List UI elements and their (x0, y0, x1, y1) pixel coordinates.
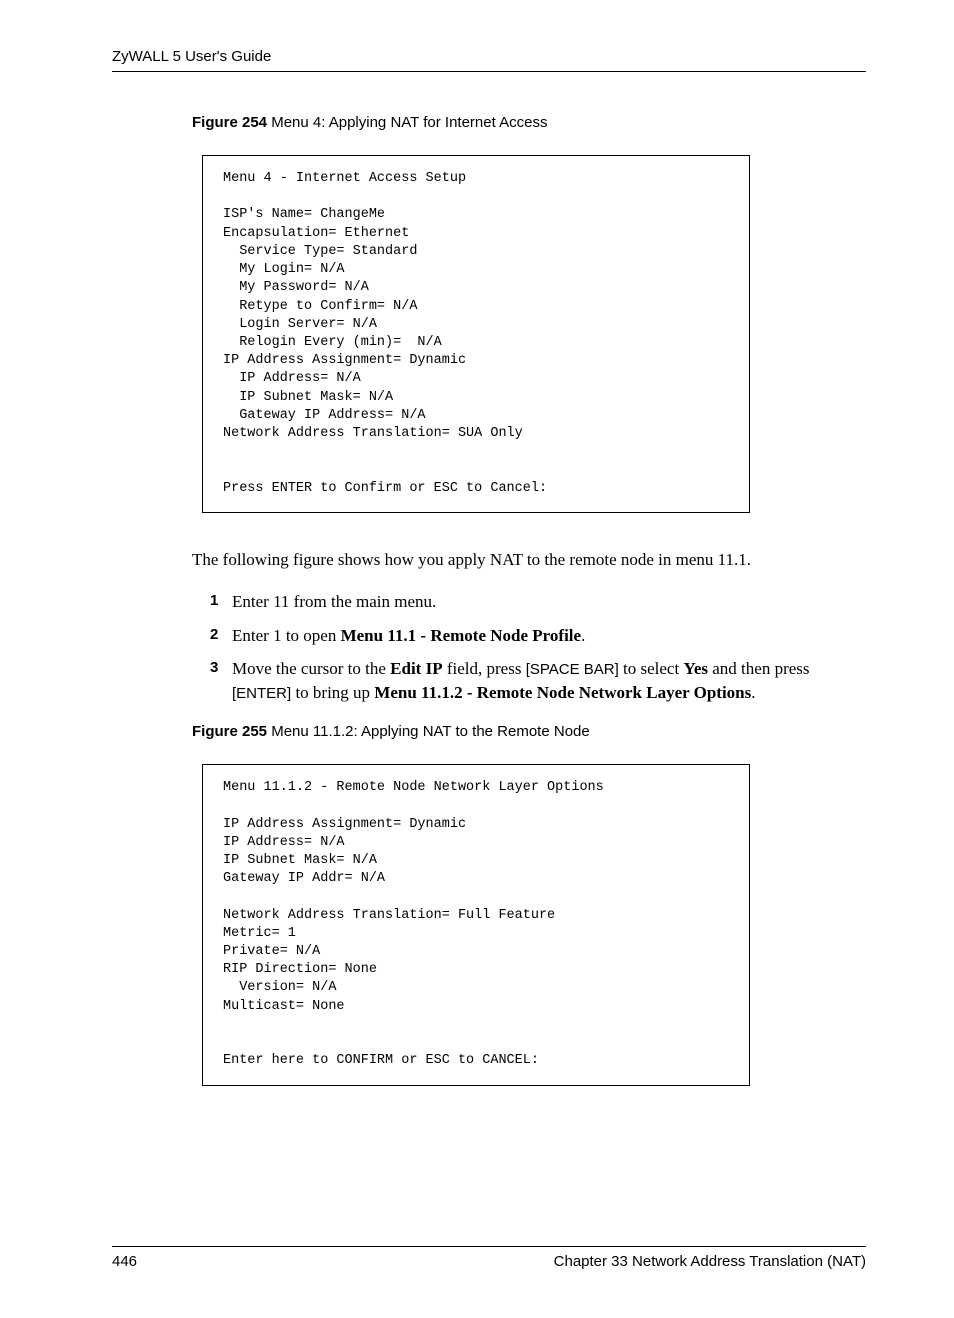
step-text: . (751, 683, 755, 702)
figure-255-caption-text: Menu 11.1.2: Applying NAT to the Remote … (267, 723, 590, 740)
step-bold: Yes (683, 659, 708, 678)
step-number: 1 (210, 590, 218, 611)
step-text: Move the cursor to the (232, 659, 390, 678)
figure-254-label: Figure 254 (192, 114, 267, 131)
step-text: . (581, 626, 585, 645)
footer-rule (112, 1246, 866, 1247)
paragraph-1: The following figure shows how you apply… (192, 549, 854, 572)
header-rule (112, 71, 866, 72)
step-3: 3 Move the cursor to the Edit IP field, … (210, 657, 854, 705)
figure-255-caption: Figure 255 Menu 11.1.2: Applying NAT to … (192, 723, 854, 740)
figure-254-code: Menu 4 - Internet Access Setup ISP's Nam… (202, 155, 750, 513)
step-text: Enter 11 from the main menu. (232, 592, 436, 611)
step-text: field, press (443, 659, 526, 678)
header-left: ZyWALL 5 User's Guide (112, 48, 271, 65)
step-text: to bring up (291, 683, 374, 702)
figure-254-caption: Figure 254 Menu 4: Applying NAT for Inte… (192, 114, 854, 131)
figure-255-code: Menu 11.1.2 - Remote Node Network Layer … (202, 764, 750, 1086)
step-bold: Menu 11.1 - Remote Node Profile (341, 626, 581, 645)
page-header: ZyWALL 5 User's Guide (112, 48, 866, 65)
page-footer: 446 Chapter 33 Network Address Translati… (112, 1253, 866, 1270)
step-text: to select (619, 659, 684, 678)
step-text: Enter 1 to open (232, 626, 341, 645)
step-1: 1 Enter 11 from the main menu. (210, 590, 854, 614)
page-content: Figure 254 Menu 4: Applying NAT for Inte… (192, 114, 854, 1086)
step-bold: Menu 11.1.2 - Remote Node Network Layer … (374, 683, 751, 702)
step-text: and then press (708, 659, 810, 678)
steps-list: 1 Enter 11 from the main menu. 2 Enter 1… (210, 590, 854, 705)
figure-254-caption-text: Menu 4: Applying NAT for Internet Access (267, 114, 547, 131)
chapter-label: Chapter 33 Network Address Translation (… (554, 1253, 866, 1270)
step-number: 3 (210, 657, 218, 678)
page-number: 446 (112, 1253, 137, 1270)
key-enter: [ENTER] (232, 685, 291, 702)
figure-255-label: Figure 255 (192, 723, 267, 740)
key-spacebar: [SPACE BAR] (526, 661, 619, 678)
step-bold: Edit IP (390, 659, 442, 678)
step-2: 2 Enter 1 to open Menu 11.1 - Remote Nod… (210, 624, 854, 648)
step-number: 2 (210, 624, 218, 645)
